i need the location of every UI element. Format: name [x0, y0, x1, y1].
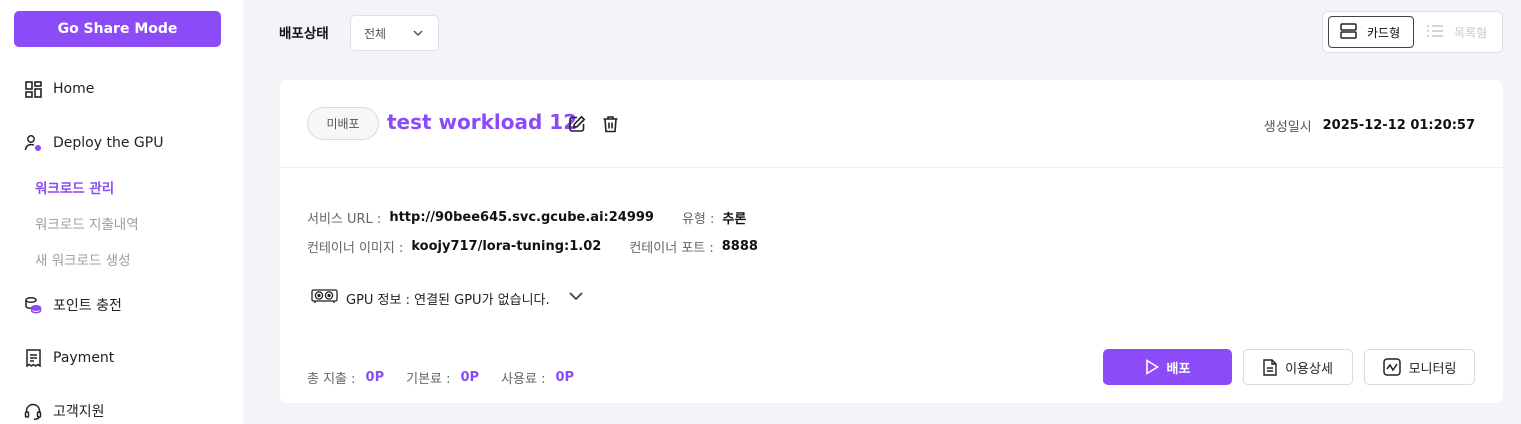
sub-new-workload[interactable]: 새 워크로드 생성: [35, 249, 131, 269]
nav-deploy-gpu[interactable]: Deploy the GPU: [24, 134, 163, 152]
usage-fee-value: 0P: [555, 370, 575, 385]
gpu-info-text: GPU 정보 : 연결된 GPU가 없습니다.: [346, 292, 550, 308]
list-view-icon: [1426, 24, 1444, 41]
service-url-label: 서비스 URL :: [307, 212, 382, 227]
nav-points-label: 포인트 충전: [53, 298, 122, 314]
total-label: 총 지출 :: [307, 372, 356, 387]
container-port-label: 컨테이너 포트 :: [629, 241, 714, 256]
nav-home-label: Home: [53, 81, 95, 97]
gpu-card-icon: [311, 288, 338, 308]
base-fee-label: 기본료 :: [406, 372, 451, 387]
workload-title[interactable]: test workload 12: [387, 110, 577, 134]
deploy-status-select[interactable]: 전체: [350, 15, 439, 51]
chevron-down-icon: [412, 27, 424, 42]
card-view-icon: [1340, 22, 1357, 42]
nav-support-label: 고객지원: [53, 404, 105, 420]
edit-icon[interactable]: [568, 115, 586, 137]
deploy-button-label: 배포: [1166, 361, 1191, 377]
usage-detail-button[interactable]: 이용상세: [1243, 349, 1353, 385]
list-view-button[interactable]: 목록형: [1423, 16, 1501, 48]
chevron-down-icon: [568, 290, 584, 306]
trash-icon[interactable]: [602, 115, 619, 137]
card-divider: [280, 167, 1503, 168]
container-image-value: koojy717/lora-tuning:1.02: [411, 239, 602, 254]
type-label: 유형 :: [681, 212, 715, 227]
deploy-status-label: 배포상태: [279, 26, 329, 42]
total-value: 0P: [365, 370, 385, 385]
deploy-status-selected: 전체: [364, 26, 387, 41]
coins-icon: [24, 296, 42, 314]
created-at: 생성일시 2025-12-12 01:20:57: [1264, 116, 1475, 135]
nav-payment[interactable]: Payment: [24, 349, 114, 367]
cost-summary: 총 지출 : 0P 기본료 : 0P 사용료 : 0P: [307, 368, 596, 387]
created-label: 생성일시: [1263, 120, 1312, 135]
nav-support[interactable]: 고객지원: [24, 401, 105, 421]
card-view-label: 카드형: [1367, 25, 1401, 40]
usage-fee-label: 사용료 :: [501, 372, 546, 387]
container-port-value: 8888: [721, 239, 758, 254]
dashboard-icon: [24, 80, 42, 98]
info-row-1: 서비스 URL : http://90bee645.svc.gcube.ai:2…: [307, 208, 746, 227]
service-url-value[interactable]: http://90bee645.svc.gcube.ai:24999: [389, 210, 654, 225]
monitor-chart-icon: [1382, 358, 1401, 376]
list-view-label: 목록형: [1454, 25, 1488, 40]
card-view-button[interactable]: 카드형: [1328, 16, 1414, 48]
nav-deploy-gpu-label: Deploy the GPU: [53, 135, 164, 151]
nav-home[interactable]: Home: [24, 80, 94, 98]
deploy-button[interactable]: 배포: [1103, 349, 1232, 385]
monitoring-label: 모니터링: [1408, 361, 1457, 377]
created-value: 2025-12-12 01:20:57: [1322, 118, 1475, 133]
monitoring-button[interactable]: 모니터링: [1364, 349, 1475, 385]
type-value: 추론: [722, 212, 747, 227]
usage-detail-label: 이용상세: [1285, 361, 1333, 377]
gpu-info-toggle[interactable]: GPU 정보 : 연결된 GPU가 없습니다.: [311, 288, 584, 308]
status-badge: 미배포: [307, 107, 379, 140]
view-mode-toggle: 카드형 목록형: [1322, 11, 1503, 53]
info-row-2: 컨테이너 이미지 : koojy717/lora-tuning:1.02 컨테이…: [307, 237, 758, 256]
sidebar: Go Share Mode Home Deploy the GPU 워크로드 관…: [0, 0, 243, 424]
workload-card: 미배포 test workload 12 생성일시 2025-12-12 01:…: [280, 80, 1503, 403]
nav-payment-label: Payment: [53, 350, 115, 366]
play-icon: [1145, 359, 1159, 375]
document-icon: [1263, 358, 1277, 376]
sub-workload-spend[interactable]: 워크로드 지출내역: [35, 213, 139, 233]
headset-icon: [24, 402, 42, 420]
sub-workload-manage[interactable]: 워크로드 관리: [35, 177, 114, 197]
go-share-mode-button[interactable]: Go Share Mode: [14, 11, 221, 47]
user-gear-icon: [24, 134, 42, 152]
base-fee-value: 0P: [460, 370, 480, 385]
container-image-label: 컨테이너 이미지 :: [307, 241, 404, 256]
nav-points[interactable]: 포인트 충전: [24, 295, 122, 315]
receipt-icon: [24, 349, 42, 367]
